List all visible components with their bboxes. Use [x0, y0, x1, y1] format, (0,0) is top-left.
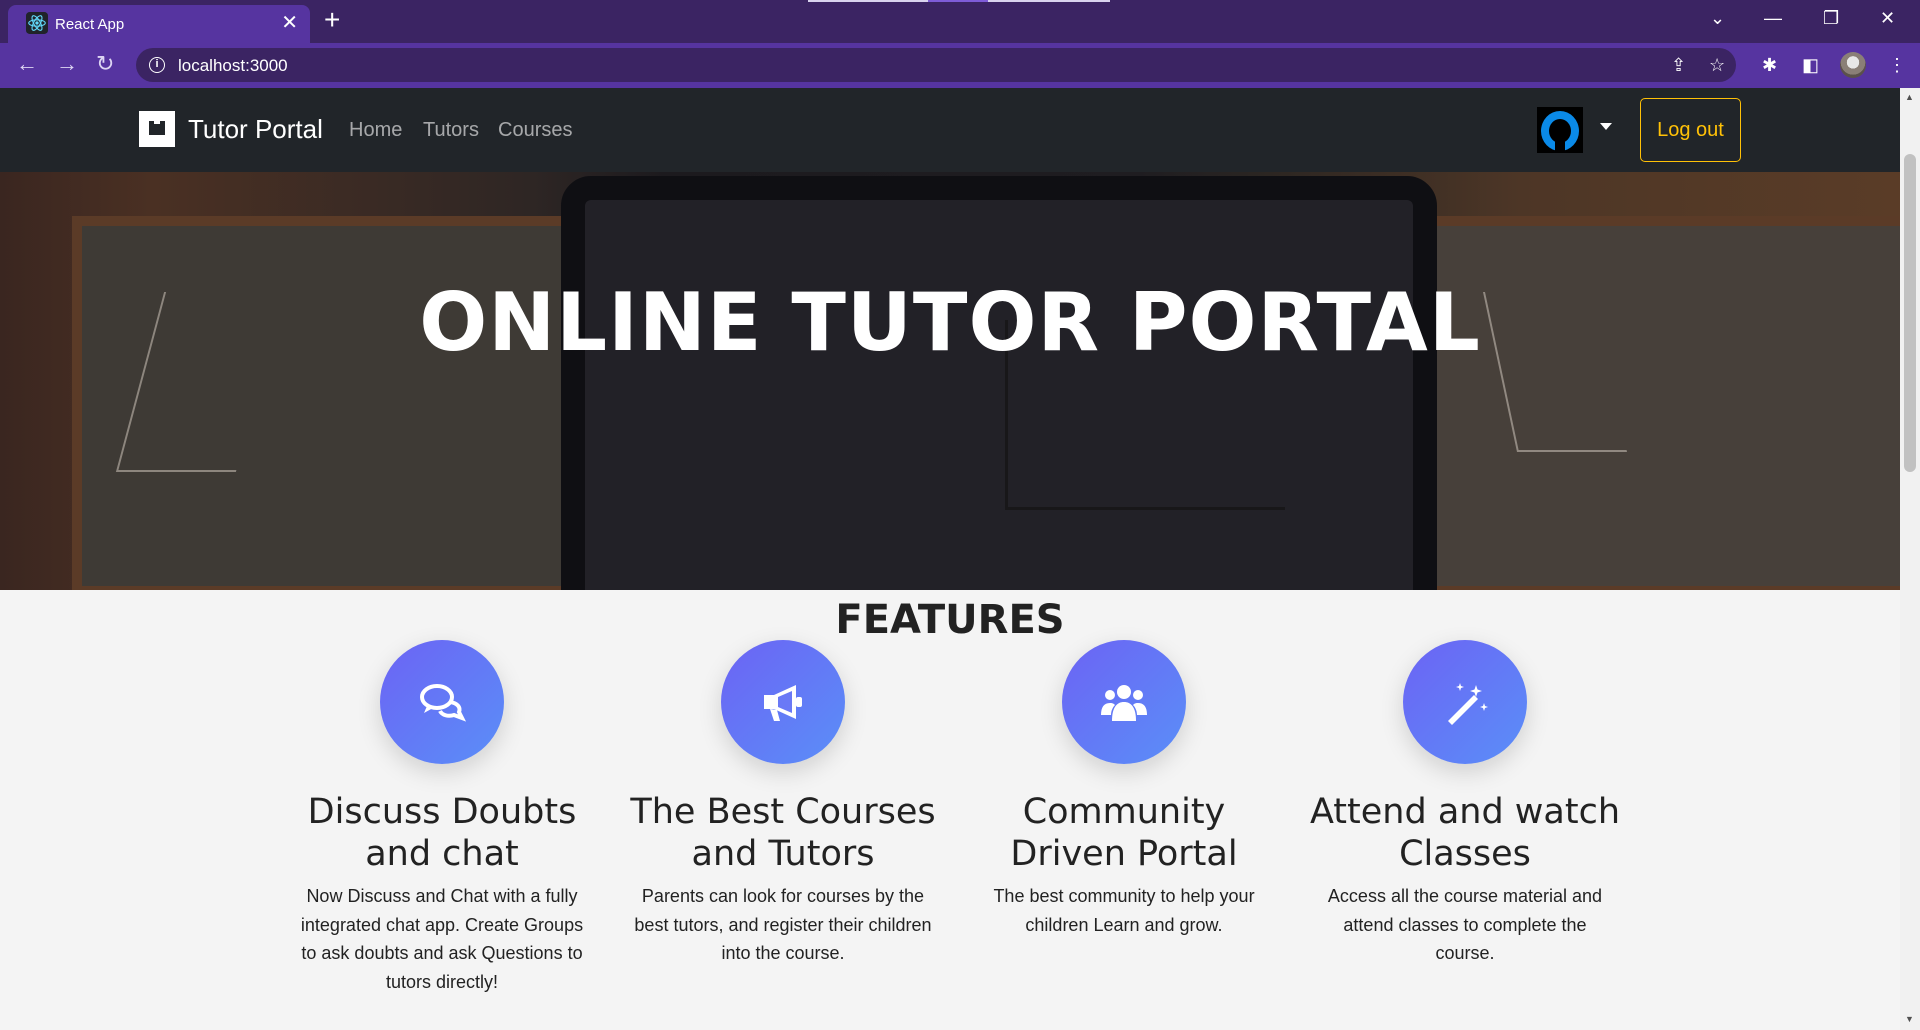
feature-icon-circle: [1403, 640, 1527, 764]
feature-title: Attend and watch Classes: [1309, 792, 1621, 874]
share-icon[interactable]: ⇪: [1671, 55, 1686, 76]
feature-title: Discuss Doubts and chat: [307, 792, 577, 874]
feature-description: Now Discuss and Chat with a fully integr…: [300, 886, 584, 992]
feature-icon-circle: [1062, 640, 1186, 764]
feature-description: The best community to help your children…: [993, 886, 1255, 935]
hero-illustration-monitor: [561, 176, 1437, 590]
magic-wand-icon: [1448, 683, 1488, 725]
react-logo-icon: [26, 12, 48, 34]
brand-logo-icon[interactable]: [139, 111, 175, 147]
close-window-button[interactable]: ✕: [1880, 8, 1895, 28]
feature-description: Parents can look for courses by the best…: [634, 886, 932, 963]
scrollbar-thumb[interactable]: [1904, 154, 1916, 472]
chat-bubbles-icon: [420, 684, 467, 722]
browser-tab[interactable]: React App ✕: [8, 5, 310, 43]
hero-title: ONLINE TUTOR PORTAL: [419, 276, 1481, 369]
address-bar[interactable]: i localhost:3000 ⇪ ☆: [136, 48, 1736, 82]
tab-loading-indicator: [808, 0, 1110, 2]
tab-close-icon[interactable]: ✕: [281, 13, 298, 33]
back-arrow-icon[interactable]: ←: [16, 53, 38, 75]
site-navbar: Tutor Portal Home Tutors Courses Log out: [0, 88, 1900, 172]
scroll-down-arrow-icon[interactable]: ▼: [1905, 1014, 1914, 1024]
users-icon: [1101, 685, 1147, 721]
feature-title: The Best Courses and Tutors: [630, 792, 936, 874]
hero-banner: ONLINE TUTOR PORTAL: [0, 172, 1900, 590]
tab-search-icon[interactable]: ⌄: [1710, 8, 1725, 28]
user-menu-caret-icon[interactable]: [1600, 123, 1612, 130]
extensions-puzzle-icon[interactable]: ✱: [1762, 54, 1777, 76]
feature-title: Community Driven Portal: [1010, 792, 1238, 874]
forward-arrow-icon[interactable]: →: [56, 53, 78, 75]
site-info-icon[interactable]: i: [149, 57, 165, 73]
browser-menu-icon[interactable]: ⋮: [1888, 54, 1906, 76]
feature-icon-circle: [721, 640, 845, 764]
brand-name[interactable]: Tutor Portal: [188, 114, 323, 145]
user-avatar[interactable]: [1537, 107, 1583, 153]
url-text: localhost:3000: [178, 56, 288, 75]
side-panel-icon[interactable]: ◧: [1802, 54, 1819, 76]
tab-title: React App: [55, 16, 125, 33]
scroll-up-arrow-icon[interactable]: ▲: [1905, 92, 1914, 102]
nav-link-home[interactable]: Home: [349, 119, 402, 142]
reload-icon[interactable]: ↻: [96, 53, 114, 75]
hero-illustration-right-board: [1420, 216, 1900, 590]
page-scrollbar[interactable]: ▲ ▼: [1900, 88, 1920, 1030]
browser-profile-avatar[interactable]: [1840, 52, 1866, 78]
browser-tab-strip: React App ✕ + ⌄ — ❐ ✕: [0, 0, 1920, 43]
page-viewport: Tutor Portal Home Tutors Courses Log out…: [0, 88, 1900, 1030]
logout-button[interactable]: Log out: [1640, 98, 1741, 162]
minimize-button[interactable]: —: [1764, 8, 1782, 28]
bookmark-star-icon[interactable]: ☆: [1709, 55, 1725, 76]
feature-description: Access all the course material and atten…: [1327, 886, 1603, 963]
restore-button[interactable]: ❐: [1823, 8, 1839, 28]
feature-icon-circle: [380, 640, 504, 764]
megaphone-icon: [764, 685, 802, 721]
browser-toolbar: ← → ↻ i localhost:3000 ⇪ ☆ ✱ ◧ ⋮: [0, 43, 1920, 88]
nav-link-tutors[interactable]: Tutors: [423, 119, 479, 142]
features-heading: FEATURES: [835, 597, 1065, 643]
nav-link-courses[interactable]: Courses: [498, 119, 572, 142]
new-tab-button[interactable]: +: [324, 6, 340, 34]
